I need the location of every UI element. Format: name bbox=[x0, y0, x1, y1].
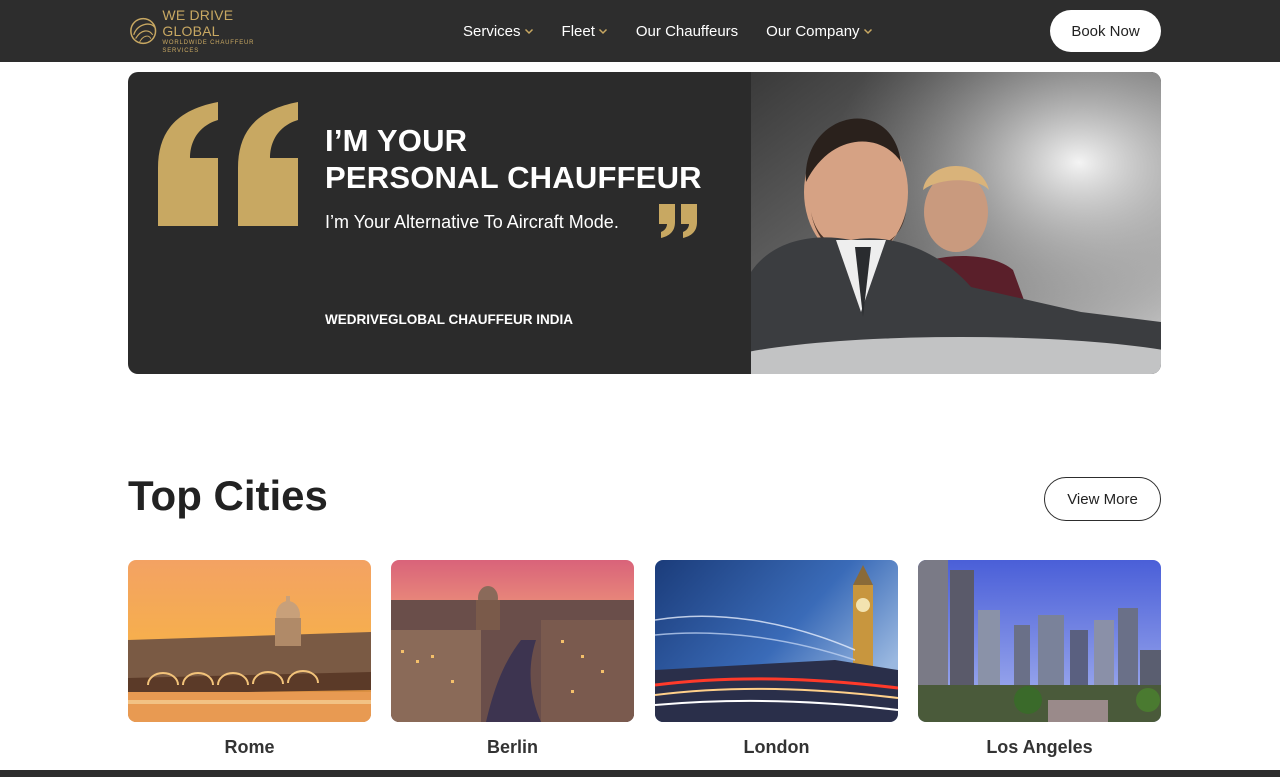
city-name: Berlin bbox=[486, 737, 538, 757]
city-card-berlin[interactable]: Berlin bbox=[391, 560, 634, 765]
chevron-down-icon bbox=[524, 28, 533, 35]
city-name: Los Angeles bbox=[986, 737, 1093, 757]
nav-item-fleet[interactable]: Fleet bbox=[562, 23, 608, 40]
logo-name: WE DRIVE GLOBAL bbox=[162, 7, 234, 39]
nav-item-label: Services bbox=[463, 22, 521, 40]
book-now-button[interactable]: Book Now bbox=[1050, 10, 1161, 52]
nav-item-our-chauffeurs[interactable]: Our Chauffeurs bbox=[636, 23, 738, 40]
city-card-london[interactable]: London bbox=[655, 560, 898, 765]
los-angeles-photo bbox=[918, 560, 1161, 722]
rome-photo bbox=[128, 560, 371, 722]
top-cities-title: Top Cities bbox=[128, 472, 328, 519]
nav-item-label: Our Company bbox=[766, 22, 860, 40]
city-name: Rome bbox=[224, 737, 275, 757]
main-nav: Services Fleet Our Chauffeurs Our Compan… bbox=[463, 0, 901, 62]
hero-subtitle: I’m Your Alternative To Aircraft Mode. bbox=[325, 212, 619, 232]
logo[interactable]: WE DRIVE GLOBAL WORLDWIDE CHAUFFEUR SERV… bbox=[128, 7, 288, 54]
hero-title-line1: I’M YOUR bbox=[325, 123, 468, 158]
city-card-rome[interactable]: Rome bbox=[128, 560, 371, 765]
chauffeur-photo bbox=[751, 72, 1161, 374]
hero-title-line2: PERSONAL CHAUFFEUR bbox=[325, 160, 702, 195]
logo-tagline: WORLDWIDE CHAUFFEUR SERVICES bbox=[162, 40, 255, 54]
nav-item-label: Our Chauffeurs bbox=[635, 22, 739, 40]
berlin-photo bbox=[391, 560, 634, 722]
closing-quote-icon bbox=[659, 204, 697, 238]
city-name: London bbox=[743, 737, 810, 757]
bottom-bar bbox=[0, 770, 1280, 777]
london-photo bbox=[655, 560, 898, 722]
hero-banner: I’M YOUR PERSONAL CHAUFFEUR I’m Your Alt… bbox=[128, 72, 1161, 374]
nav-item-our-company[interactable]: Our Company bbox=[766, 23, 872, 40]
nav-item-services[interactable]: Services bbox=[463, 23, 534, 40]
hero-title: I’M YOUR PERSONAL CHAUFFEUR bbox=[325, 122, 745, 196]
hero-tagline: WEDRIVEGLOBAL CHAUFFEUR INDIA bbox=[325, 312, 573, 327]
view-more-button[interactable]: View More bbox=[1044, 477, 1161, 521]
city-card-los-angeles[interactable]: Los Angeles bbox=[918, 560, 1161, 765]
nav-item-label: Fleet bbox=[561, 22, 595, 40]
site-header: WE DRIVE GLOBAL WORLDWIDE CHAUFFEUR SERV… bbox=[0, 0, 1280, 62]
chevron-down-icon bbox=[863, 28, 872, 35]
chevron-down-icon bbox=[598, 28, 607, 35]
quote-icon bbox=[158, 102, 298, 226]
globe-logo-icon bbox=[130, 17, 157, 45]
cities-grid: Rome Berlin London Los Angeles bbox=[128, 560, 1161, 765]
